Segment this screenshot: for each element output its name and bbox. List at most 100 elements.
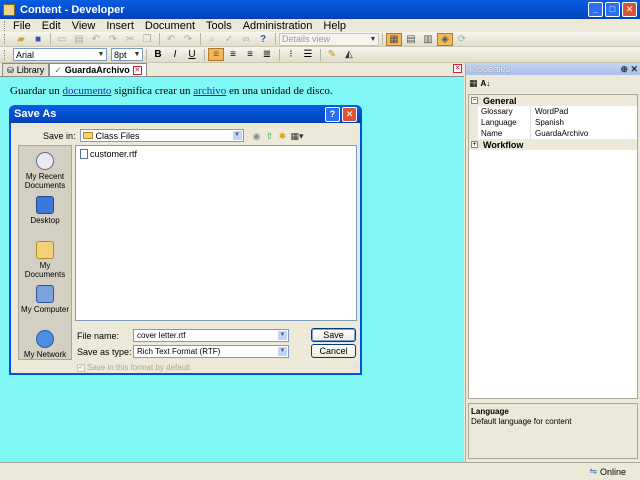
menu-tools[interactable]: Tools xyxy=(206,20,232,32)
align-left-icon[interactable]: ≡ xyxy=(208,48,224,61)
chevron-down-icon[interactable]: ▼ xyxy=(278,347,287,356)
minimize-button[interactable]: _ xyxy=(588,2,603,17)
property-row-glossary[interactable]: Glossary WordPad xyxy=(469,106,637,117)
place-my-documents[interactable]: My Documents xyxy=(19,241,71,279)
resize-grip-icon[interactable]: ⋰ xyxy=(351,364,359,372)
new-folder-icon[interactable]: ✱ xyxy=(278,131,288,141)
expand-icon[interactable]: + xyxy=(471,141,478,148)
undo2-icon[interactable]: ↶ xyxy=(163,33,179,46)
property-value[interactable]: Spanish xyxy=(531,118,564,127)
dialog-help-button[interactable]: ? xyxy=(325,107,340,122)
place-my-computer[interactable]: My Computer xyxy=(19,285,71,314)
save-in-label: Save in: xyxy=(43,130,76,141)
file-name-field[interactable]: cover letter.rtf ▼ xyxy=(133,329,289,342)
property-value[interactable]: WordPad xyxy=(531,107,568,116)
close-button[interactable]: ✕ xyxy=(622,2,637,17)
category-workflow[interactable]: + Workflow xyxy=(469,139,637,150)
numbering-icon[interactable]: ☰ xyxy=(300,48,316,61)
tab-library[interactable]: ⛁ Library xyxy=(2,63,50,76)
views-menu-icon[interactable]: ▦▾ xyxy=(291,131,304,141)
toolbar-grip[interactable] xyxy=(4,34,7,44)
collapse-icon[interactable]: − xyxy=(471,97,478,104)
menu-view[interactable]: View xyxy=(72,20,96,32)
file-item[interactable]: customer.rtf xyxy=(80,149,137,159)
menu-document[interactable]: Document xyxy=(145,20,195,32)
link-archivo[interactable]: archivo xyxy=(193,85,226,97)
default-format-checkbox[interactable]: ✓ Save in this format by default xyxy=(77,363,190,372)
font-combo[interactable]: Arial ▼ xyxy=(13,48,107,61)
open-icon[interactable]: ▰ xyxy=(13,33,29,46)
menu-edit[interactable]: Edit xyxy=(42,20,61,32)
sort-alpha-icon[interactable]: A↓ xyxy=(481,79,491,88)
align-center-icon[interactable]: ≡ xyxy=(225,48,241,61)
close-document-icon[interactable]: ✕ xyxy=(453,64,462,73)
up-folder-icon[interactable]: ⇧ xyxy=(265,131,275,141)
font-size-combo[interactable]: 8pt ▼ xyxy=(111,48,143,61)
link-documento[interactable]: documento xyxy=(63,85,112,97)
fill-color-icon[interactable]: ◭ xyxy=(341,48,357,61)
checkmark-icon: ✓ xyxy=(54,64,62,75)
file-list[interactable]: customer.rtf xyxy=(75,145,357,321)
bold-button[interactable]: B xyxy=(150,48,166,61)
refresh-icon[interactable]: ⟳ xyxy=(454,33,470,46)
menu-help[interactable]: Help xyxy=(323,20,346,32)
undo-icon[interactable]: ↶ xyxy=(88,33,104,46)
new-icon[interactable]: ▭ xyxy=(54,33,70,46)
save-type-select[interactable]: Rich Text Format (RTF) ▼ xyxy=(133,345,289,358)
save-in-combo[interactable]: Class Files ▼ xyxy=(79,129,244,142)
checkbox-icon[interactable]: ✓ xyxy=(77,363,85,372)
save-icon[interactable]: ■ xyxy=(30,33,46,46)
bullets-icon[interactable]: ⁝ xyxy=(283,48,299,61)
highlight-icon[interactable]: ✎ xyxy=(324,48,340,61)
my-computer-icon xyxy=(36,285,54,303)
close-tab-icon[interactable]: ✕ xyxy=(132,65,142,75)
workflow-icon[interactable]: ◈ xyxy=(437,32,453,46)
property-key: Name xyxy=(469,128,531,139)
menu-administration[interactable]: Administration xyxy=(243,20,313,32)
view-combo[interactable]: Details view ▼ xyxy=(279,32,379,46)
file-name: customer.rtf xyxy=(90,149,138,159)
redo2-icon[interactable]: ↷ xyxy=(180,33,196,46)
split-horizontal-icon[interactable]: ▤ xyxy=(403,33,419,46)
justify-icon[interactable]: ≣ xyxy=(259,48,275,61)
spell-icon[interactable]: ✓ xyxy=(221,33,237,46)
pin-icon[interactable]: ⊕ xyxy=(620,64,628,75)
property-row-name[interactable]: Name GuardaArchivo xyxy=(469,128,637,139)
category-general[interactable]: − General xyxy=(469,95,637,106)
italic-button[interactable]: I xyxy=(167,48,183,61)
print-icon[interactable]: ▤ xyxy=(71,33,87,46)
folder-icon xyxy=(82,132,93,139)
menu-insert[interactable]: Insert xyxy=(106,20,134,32)
layout-icon[interactable]: ▦ xyxy=(386,32,402,46)
back-icon[interactable]: ◉ xyxy=(252,131,262,141)
underline-button[interactable]: U xyxy=(184,48,200,61)
tab-guardaarchivo[interactable]: ✓ GuardaArchivo ✕ xyxy=(49,63,147,76)
maximize-button[interactable]: □ xyxy=(605,2,620,17)
link-icon[interactable]: ∞ xyxy=(238,33,254,46)
dialog-close-button[interactable]: ✕ xyxy=(342,107,357,122)
property-value[interactable]: GuardaArchivo xyxy=(531,129,588,138)
save-button[interactable]: Save xyxy=(311,328,356,342)
tab-guardaarchivo-label: GuardaArchivo xyxy=(64,65,130,75)
find-icon[interactable]: ⌕ xyxy=(204,33,220,46)
properties-header: Properties ⊕ ✕ xyxy=(466,63,640,75)
menubar-grip[interactable] xyxy=(4,20,7,31)
place-my-network[interactable]: My Network xyxy=(19,330,71,359)
property-grid[interactable]: − General Glossary WordPad Language Span… xyxy=(468,94,638,399)
cut-icon[interactable]: ✂ xyxy=(122,33,138,46)
format-toolbar-grip[interactable] xyxy=(4,49,7,60)
close-panel-icon[interactable]: ✕ xyxy=(630,64,638,75)
copy-icon[interactable]: ❐ xyxy=(139,33,155,46)
redo-icon[interactable]: ↷ xyxy=(105,33,121,46)
help-icon[interactable]: ? xyxy=(255,33,271,46)
editor-text[interactable]: Guardar un documento significa crear un … xyxy=(10,85,333,97)
split-vertical-icon[interactable]: ▥ xyxy=(420,33,436,46)
align-right-icon[interactable]: ≡ xyxy=(242,48,258,61)
categorized-icon[interactable]: ▦ xyxy=(469,78,478,89)
menu-file[interactable]: File xyxy=(13,20,31,32)
cancel-button[interactable]: Cancel xyxy=(311,344,356,358)
property-row-language[interactable]: Language Spanish xyxy=(469,117,637,128)
place-desktop[interactable]: Desktop xyxy=(19,196,71,225)
place-recent-documents[interactable]: My Recent Documents xyxy=(19,152,71,190)
chevron-down-icon[interactable]: ▼ xyxy=(278,331,287,340)
